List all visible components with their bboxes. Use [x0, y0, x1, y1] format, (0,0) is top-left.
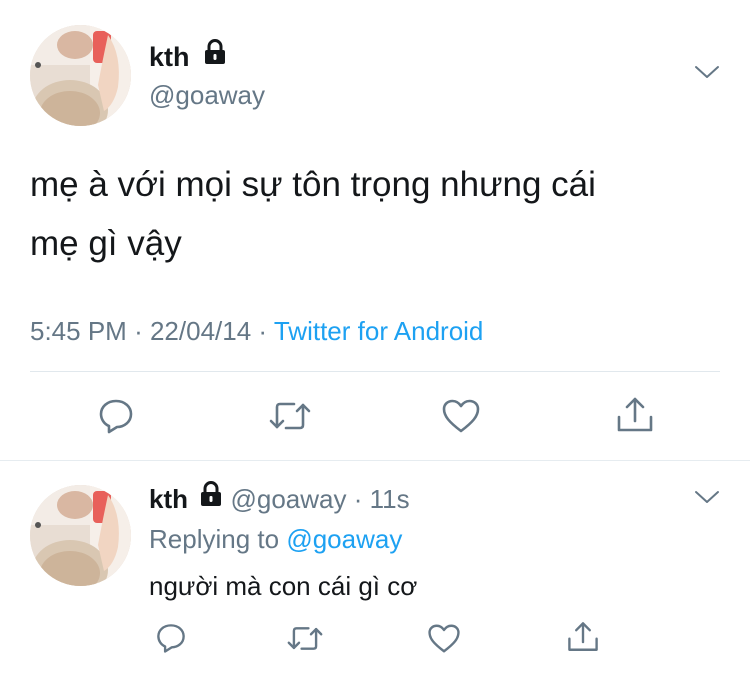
- handle[interactable]: @goaway: [149, 79, 265, 111]
- like-icon[interactable]: [427, 623, 461, 654]
- lock-icon: [203, 38, 227, 73]
- separator-dot: ·: [134, 316, 143, 346]
- like-icon[interactable]: [441, 398, 481, 434]
- reply-icon[interactable]: [155, 622, 187, 654]
- replying-to-label: Replying to: [149, 524, 280, 554]
- retweet-icon[interactable]: [286, 624, 324, 653]
- tweet-text-line-1: mẹ à với mọi sự tôn trọng nhưng cái: [30, 165, 596, 204]
- display-name[interactable]: kth: [149, 484, 188, 514]
- handle[interactable]: @goaway: [230, 484, 346, 514]
- retweet-icon[interactable]: [268, 399, 312, 433]
- lock-icon: [199, 481, 223, 515]
- tweet-age: 11s: [369, 484, 410, 514]
- separator-dot: ·: [258, 316, 268, 346]
- tweet-source-link[interactable]: Twitter for Android: [274, 316, 484, 346]
- separator-dot: ·: [353, 484, 363, 514]
- share-icon[interactable]: [566, 620, 600, 654]
- section-separator: [0, 460, 750, 461]
- chevron-down-icon[interactable]: [694, 64, 720, 82]
- replying-to-handle[interactable]: @goaway: [286, 524, 402, 554]
- tweet-text-line-2: mẹ gì vậy: [30, 224, 182, 263]
- avatar[interactable]: [30, 485, 131, 586]
- divider: [30, 371, 720, 372]
- avatar[interactable]: [30, 25, 131, 126]
- display-name[interactable]: kth: [149, 42, 190, 72]
- reply-icon[interactable]: [97, 397, 135, 435]
- share-icon[interactable]: [615, 395, 655, 435]
- tweet-time: 5:45 PM: [30, 316, 127, 346]
- chevron-down-icon[interactable]: [694, 489, 720, 507]
- tweet-date: 22/04/14: [149, 316, 252, 346]
- reply-text: người mà con cái gì cơ: [149, 571, 418, 601]
